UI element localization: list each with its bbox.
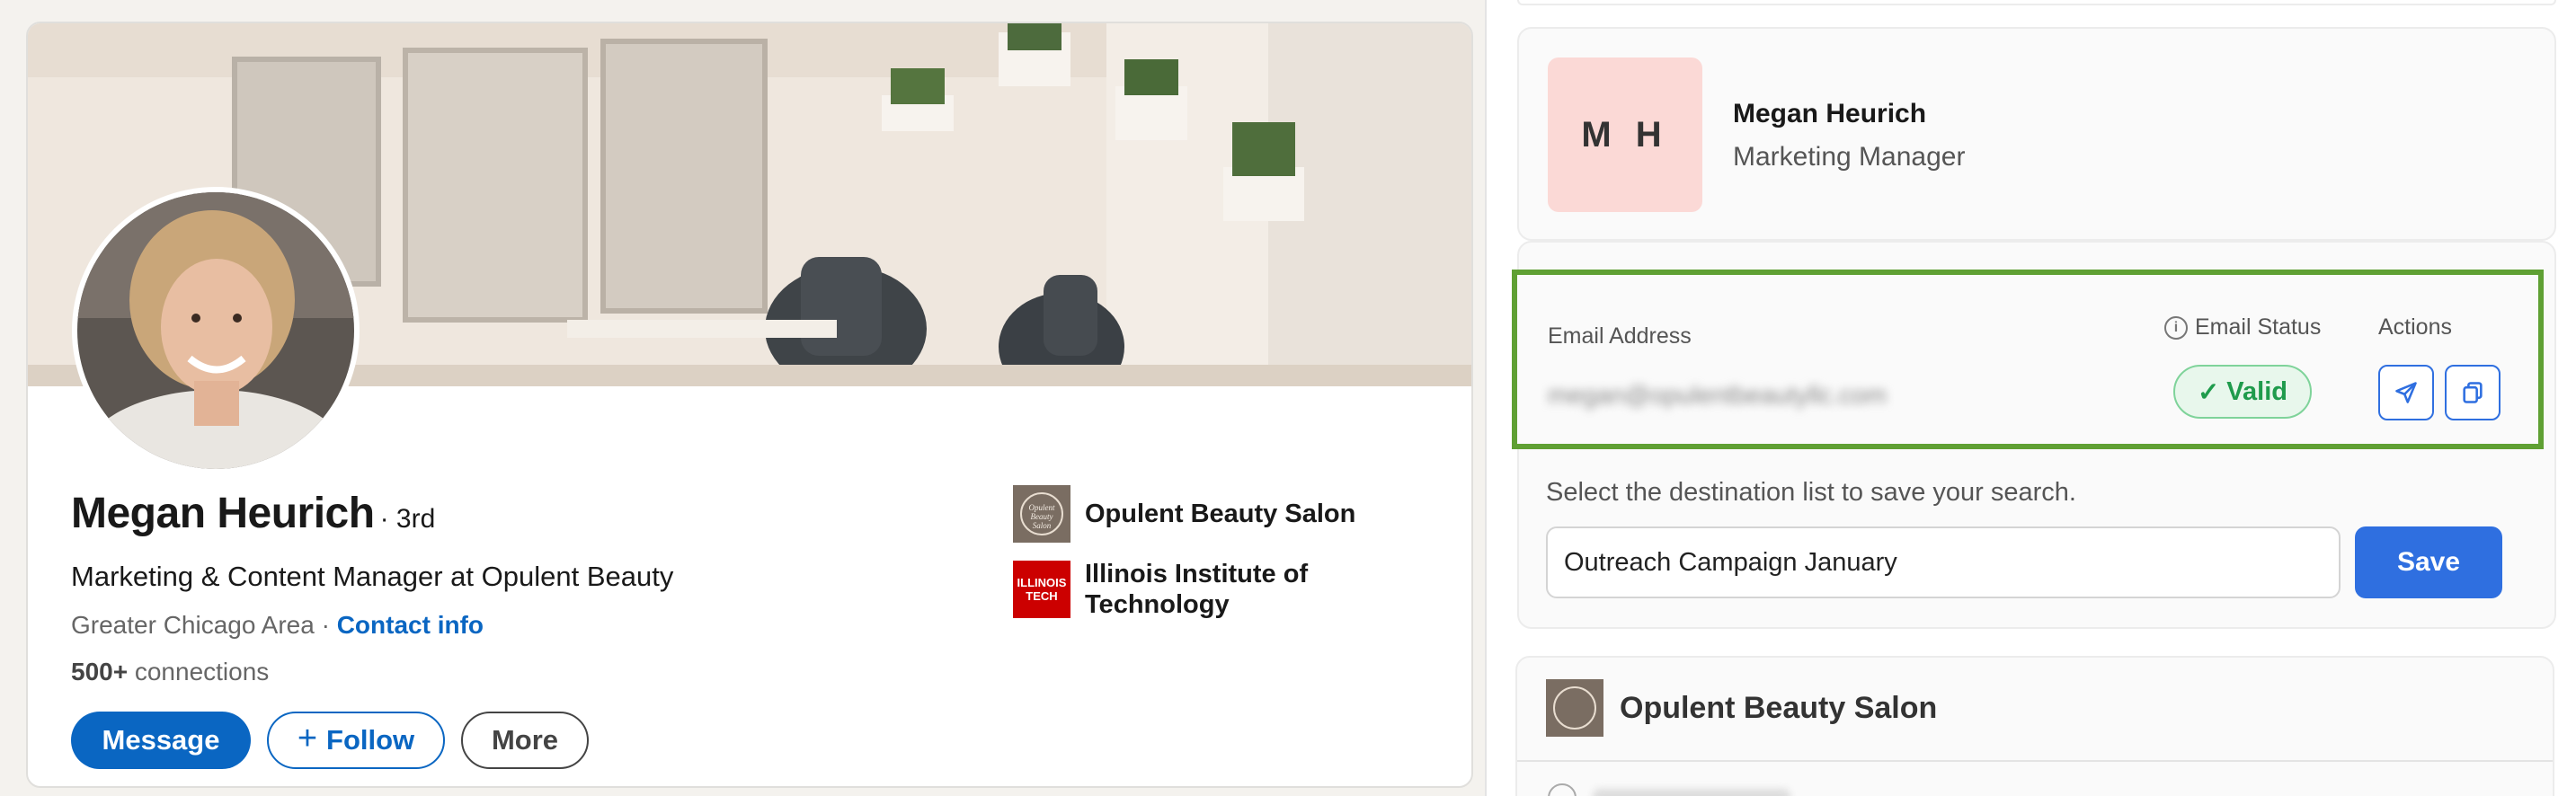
- opulent-beauty-logo: Opulent Beauty Salon: [1013, 485, 1070, 543]
- contact-initials-avatar: M H: [1548, 57, 1702, 212]
- current-company[interactable]: Opulent Beauty Salon Opulent Beauty Salo…: [1013, 485, 1355, 543]
- location-row: Greater Chicago Area · Contact info: [71, 611, 484, 640]
- company-logo: [1546, 679, 1603, 737]
- globe-icon: [1548, 783, 1577, 796]
- connections-count[interactable]: 500+ connections: [71, 658, 269, 686]
- email-status-label: i Email Status: [2164, 314, 2321, 341]
- message-button[interactable]: Message: [71, 712, 251, 769]
- copy-email-button[interactable]: [2445, 365, 2500, 420]
- contact-summary-card: M H Megan Heurich Marketing Manager: [1517, 27, 2556, 241]
- company-card: Opulent Beauty Salon: [1515, 656, 2554, 796]
- plus-icon: +: [297, 720, 318, 757]
- follow-button[interactable]: + Follow: [267, 712, 445, 769]
- email-row-highlight: Email Address megan@opulentbeautyllc.com…: [1512, 270, 2544, 449]
- info-icon[interactable]: i: [2164, 315, 2188, 340]
- profile-location: Greater Chicago Area ·: [71, 611, 330, 639]
- contact-title: Marketing Manager: [1733, 142, 1966, 172]
- destination-list-label: Select the destination list to save your…: [1546, 478, 2076, 507]
- previous-card-edge: [1517, 0, 2556, 5]
- contact-name: Megan Heurich: [1733, 99, 1927, 128]
- email-address-label: Email Address: [1548, 323, 1692, 349]
- more-button[interactable]: More: [461, 712, 589, 769]
- connection-degree: · 3rd: [379, 504, 436, 534]
- check-icon: ✓: [2197, 377, 2220, 407]
- connections-label: connections: [134, 658, 270, 685]
- connections-number: 500+: [71, 658, 129, 685]
- illinois-tech-logo: ILLINOIS TECH: [1013, 561, 1070, 618]
- profile-avatar[interactable]: [72, 187, 360, 474]
- education-name: Illinois Institute of Technology: [1085, 560, 1309, 619]
- divider: [1517, 760, 2553, 762]
- contact-info-link[interactable]: Contact info: [337, 611, 484, 639]
- email-address-value[interactable]: megan@opulentbeautyllc.com: [1548, 381, 1887, 410]
- email-status-badge: ✓ Valid: [2173, 365, 2312, 419]
- destination-list-select[interactable]: Outreach Campaign January: [1546, 526, 2341, 598]
- current-company-name: Opulent Beauty Salon: [1085, 500, 1356, 528]
- save-button[interactable]: Save: [2355, 526, 2502, 598]
- company-name: Opulent Beauty Salon: [1620, 690, 1938, 725]
- actions-label: Actions: [2378, 314, 2452, 340]
- education[interactable]: ILLINOIS TECH Illinois Institute of Tech…: [1013, 559, 1308, 620]
- send-icon: [2395, 382, 2417, 403]
- send-email-button[interactable]: [2378, 365, 2434, 420]
- follow-label: Follow: [326, 724, 415, 756]
- profile-headline: Marketing & Content Manager at Opulent B…: [71, 561, 674, 592]
- profile-card: Megan Heurich · 3rd Marketing & Content …: [26, 22, 1473, 788]
- company-website-blurred: [1593, 789, 1790, 796]
- profile-name: Megan Heurich: [71, 490, 375, 537]
- copy-icon: [2463, 382, 2483, 403]
